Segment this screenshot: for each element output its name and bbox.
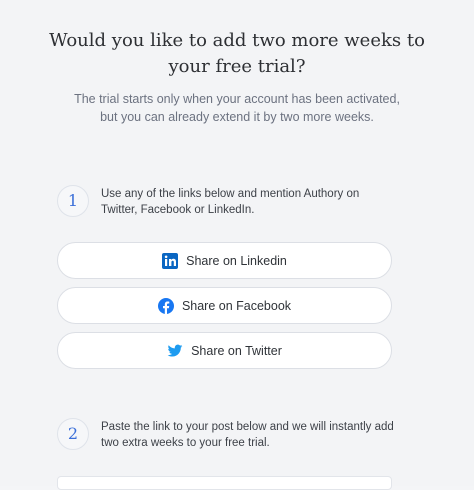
- linkedin-icon: [162, 252, 179, 269]
- facebook-icon: [157, 297, 174, 314]
- share-facebook-button[interactable]: Share on Facebook: [57, 287, 392, 324]
- share-facebook-label: Share on Facebook: [181, 298, 292, 313]
- page-title: Would you like to add two more weeks to …: [49, 30, 425, 77]
- page-subtitle: The trial starts only when your account …: [74, 92, 400, 124]
- share-twitter-button[interactable]: Share on Twitter: [57, 332, 392, 369]
- post-link-input[interactable]: [57, 476, 392, 490]
- twitter-icon: [167, 343, 183, 359]
- step-number-badge: 1: [57, 185, 89, 217]
- extend-trial-panel: Would you like to add two more weeks to …: [0, 0, 474, 490]
- share-linkedin-label: Share on Linkedin: [186, 253, 287, 268]
- step-instructions: Paste the link to your post below and we…: [101, 421, 394, 449]
- step-instructions: Use any of the links below and mention A…: [101, 188, 360, 216]
- share-twitter-label: Share on Twitter: [191, 343, 282, 358]
- step-number-badge: 2: [57, 418, 89, 450]
- share-linkedin-button[interactable]: Share on Linkedin: [57, 242, 392, 279]
